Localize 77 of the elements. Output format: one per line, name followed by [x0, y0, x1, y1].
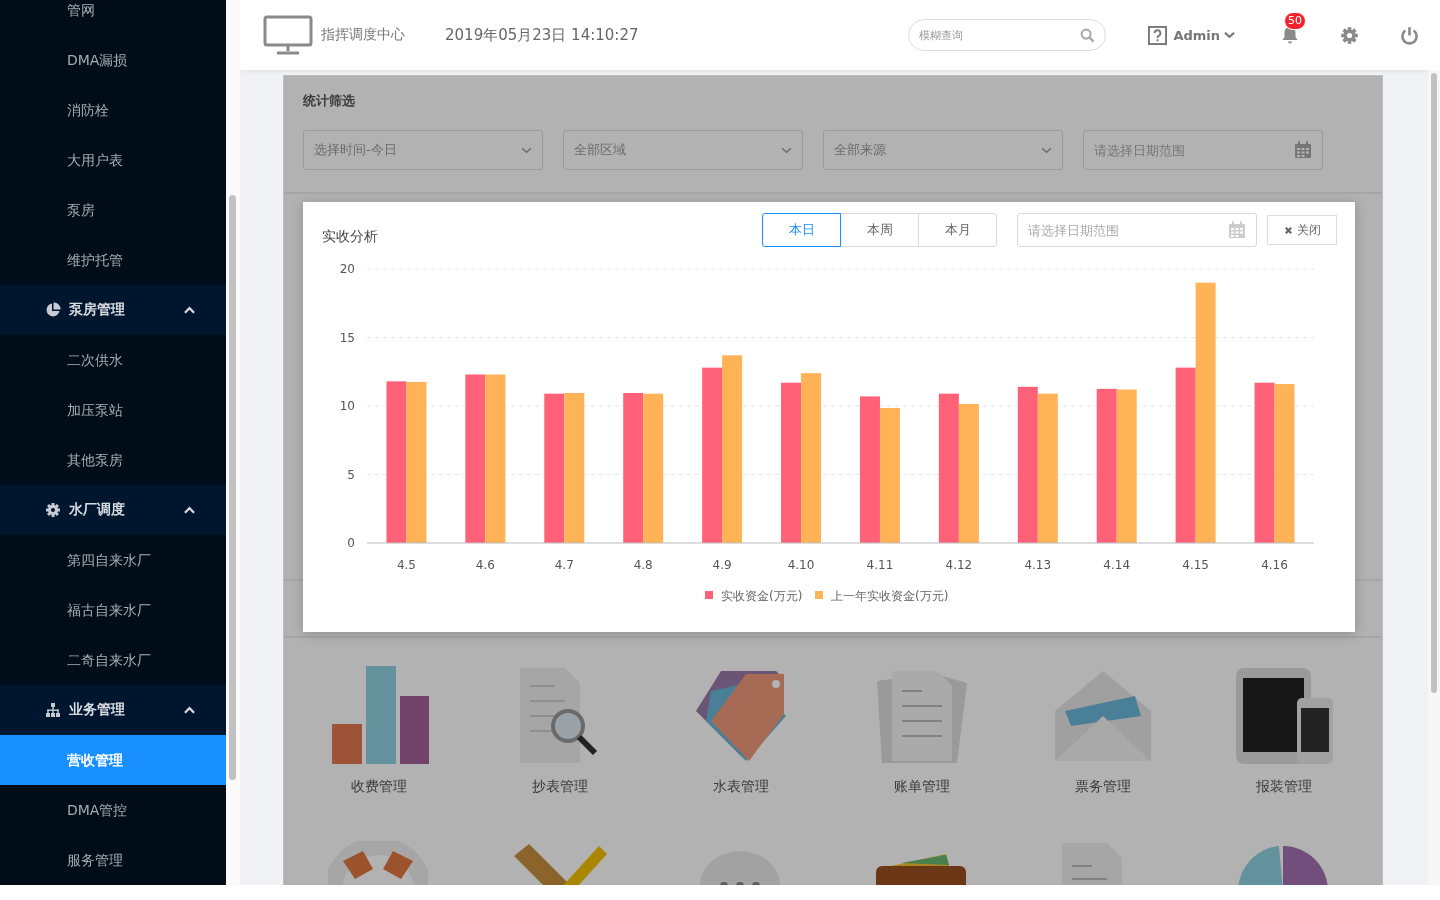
app-tile[interactable]: 抄表管理: [469, 666, 650, 796]
chevron-down-icon: [781, 146, 792, 154]
sidebar-item[interactable]: 二奇自来水厂: [0, 635, 226, 685]
tablet-phone-icon: [1233, 666, 1334, 766]
axis-tick-label: 0: [347, 536, 355, 550]
settings-icon[interactable]: [1340, 25, 1359, 45]
close-icon: [1283, 225, 1293, 235]
sidebar-item[interactable]: 服务管理: [0, 835, 226, 885]
date-time: 2019年05月23日 14:10:27: [445, 25, 640, 45]
group-label: 泵房管理: [69, 301, 126, 319]
legend-label: 上一年实收资金(万元): [831, 589, 949, 603]
sidebar-group[interactable]: 水厂调度: [0, 485, 226, 535]
calendar-icon: [1228, 221, 1246, 239]
axis-tick-label: 4.10: [787, 558, 815, 572]
gear-icon: [45, 502, 61, 518]
sidebar-item[interactable]: 泵房: [0, 185, 226, 235]
sidebar-item[interactable]: 消防栓: [0, 85, 226, 135]
axis-tick-label: 20: [339, 262, 355, 276]
sidebar-item[interactable]: 大用户表: [0, 135, 226, 185]
sidebar-item[interactable]: 加压泵站: [0, 385, 226, 435]
section-title: 统计筛选: [303, 92, 356, 110]
axis-tick-label: 4.7: [554, 558, 574, 572]
chevron-up-icon: [184, 706, 195, 714]
close-button[interactable]: 关闭: [1267, 215, 1337, 245]
app-title: 指挥调度中心: [321, 26, 405, 44]
axis-tick-label: 4.8: [633, 558, 653, 572]
monitor-icon: [263, 15, 313, 55]
notification-badge: 50: [1284, 12, 1306, 30]
user-menu[interactable]: Admin: [1173, 27, 1220, 43]
chevron-down-icon: [521, 146, 532, 154]
sidebar-item[interactable]: 福古自来水厂: [0, 585, 226, 635]
chevron-up-icon: [184, 506, 195, 514]
axis-tick-label: 4.15: [1182, 558, 1209, 572]
scrollbar-thumb[interactable]: [1431, 73, 1437, 693]
chevron-down-icon: [1041, 146, 1052, 154]
axis-tick-label: 4.12: [945, 558, 973, 572]
axis-tick-label: 4.11: [866, 558, 894, 572]
axis-tick-label: 4.6: [475, 558, 495, 572]
period-tab[interactable]: 本月: [918, 213, 997, 247]
sitemap-icon: [45, 702, 61, 718]
sidebar-group[interactable]: 业务管理: [0, 685, 226, 735]
sidebar-item[interactable]: DMA管控: [0, 785, 226, 835]
axis-tick-label: 4.16: [1261, 558, 1288, 572]
group-label: 水厂调度: [69, 501, 126, 519]
chevron-up-icon: [184, 306, 195, 314]
app-tile[interactable]: 账单管理: [831, 666, 1012, 796]
app-tile[interactable]: 报装管理: [1193, 666, 1374, 796]
sidebar-item[interactable]: 管网: [0, 0, 226, 35]
sidebar-item[interactable]: 其他泵房: [0, 435, 226, 485]
power-icon[interactable]: [1400, 25, 1419, 45]
search-icon: [1080, 27, 1096, 43]
date-range-field[interactable]: 请选择日期范围: [1017, 213, 1257, 247]
pie-chart-icon: [45, 302, 61, 318]
period-tab[interactable]: 本周: [840, 213, 919, 247]
sidebar-item[interactable]: 二次供水: [0, 335, 226, 385]
sidebar-group[interactable]: 泵房管理: [0, 285, 226, 335]
app-tile[interactable]: 收费管理: [288, 666, 469, 796]
help-icon[interactable]: [1148, 25, 1168, 45]
date-range-field[interactable]: 请选择日期范围: [1028, 216, 1228, 244]
dialog-title: 实收分析: [322, 227, 379, 246]
legend-label: 实收资金(万元): [721, 589, 803, 603]
scrollbar-thumb[interactable]: [229, 195, 236, 780]
axis-tick-label: 15: [339, 330, 355, 345]
axis-tick-label: 4.5: [396, 558, 416, 572]
app-tile[interactable]: 水表管理: [650, 666, 831, 796]
sidebar-item[interactable]: 第四自来水厂: [0, 535, 226, 585]
axis-tick-label: 4.14: [1103, 558, 1131, 572]
axis-tick-label: 10: [339, 399, 355, 413]
axis-tick-label: 5: [347, 467, 355, 482]
axis-tick-label: 4.9: [712, 558, 732, 572]
sidebar-item[interactable]: DMA漏损: [0, 35, 226, 85]
sidebar-item[interactable]: 维护托管: [0, 235, 226, 285]
app-tile[interactable]: 票务管理: [1012, 666, 1193, 796]
caret-icon: [1224, 31, 1235, 39]
calendar-icon: [1294, 141, 1312, 159]
group-label: 业务管理: [69, 701, 126, 719]
axis-tick-label: 4.13: [1024, 558, 1052, 572]
